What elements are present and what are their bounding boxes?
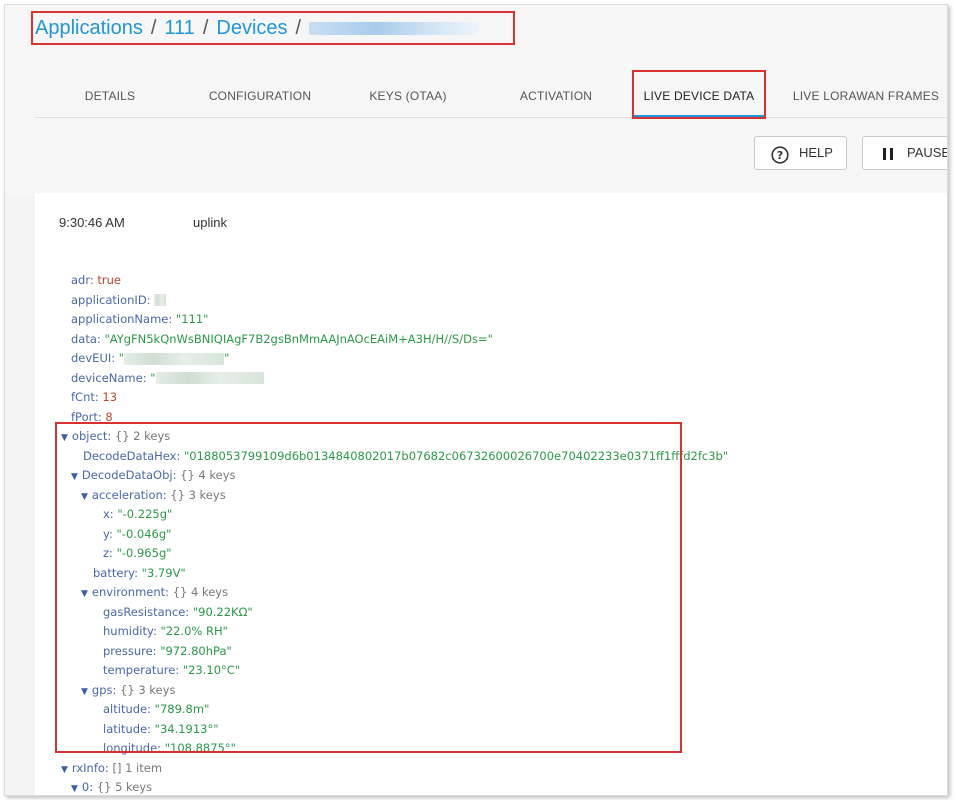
help-button[interactable]: ? HELP [754,136,847,170]
json-row-application-id: applicationID: [71,291,167,310]
app-window: Applications / 111 / Devices / DETAILS CONFIG… [4,4,948,796]
tab-keys-otaa[interactable]: KEYS (OTAA) [353,81,463,117]
json-row-gas-resistance: gasResistance: "90.22KΩ" [103,604,253,619]
breadcrumb: Applications / 111 / Devices / [35,17,480,40]
expand-arrow-icon[interactable]: ▼ [71,784,78,794]
expand-arrow-icon[interactable]: ▼ [61,765,68,775]
json-row-accel-z: z: "-0.965g" [103,546,172,560]
json-row-object[interactable]: ▼ object: {} 2 keys [61,427,170,446]
event-type: uplink [193,215,227,230]
device-tabs: DETAILS CONFIGURATION KEYS (OTAA) ACTIVA… [35,81,947,118]
breadcrumb-app-link[interactable]: 111 [164,17,194,39]
json-row-rx-info[interactable]: ▼ rxInfo: [] 1 item [61,759,162,778]
json-row-longitude: longitude: "108.8875°" [103,741,236,755]
expand-arrow-icon[interactable]: ▼ [81,492,88,502]
json-row-pressure: pressure: "972.80hPa" [103,643,232,658]
json-row-fcnt: fCnt: 13 [71,390,118,404]
expand-arrow-icon[interactable]: ▼ [61,433,68,443]
tab-configuration[interactable]: CONFIGURATION [195,81,325,117]
tab-live-device-data[interactable]: LIVE DEVICE DATA [633,81,765,117]
pause-button[interactable]: PAUSE [862,136,948,170]
breadcrumb-devices-link[interactable]: Devices [216,17,287,39]
pause-label: PAUSE [907,145,948,160]
json-row-decode-data-hex: DecodeDataHex: "0188053799109d6b01348408… [83,448,729,463]
tab-activation[interactable]: ACTIVATION [501,81,611,117]
json-row-fport: fPort: 8 [71,409,113,424]
live-data-panel: 9:30:46 AM uplink adr: true applicationI… [35,193,947,795]
redacted-device-name [309,22,480,36]
json-row-rx-info-0[interactable]: ▼ 0: {} 5 keys [71,778,152,795]
header-area: Applications / 111 / Devices / DETAILS CONFIG… [5,5,947,195]
help-circle-icon: ? [771,144,789,176]
event-timestamp: 9:30:46 AM [59,215,125,230]
breadcrumb-separator: / [202,17,209,39]
breadcrumb-separator: / [295,17,302,39]
json-row-gps[interactable]: ▼ gps: {} 3 keys [81,681,175,700]
json-row-adr: adr: true [71,273,122,287]
json-row-dev-eui: devEUI: " " [71,351,230,365]
pause-icon [883,148,895,160]
json-row-decode-data-obj[interactable]: ▼ DecodeDataObj: {} 4 keys [71,466,236,485]
json-row-altitude: altitude: "789.8m" [103,702,210,716]
json-row-accel-x: x: "-0.225g" [103,507,173,521]
json-row-device-name: deviceName: " [71,369,264,388]
help-label: HELP [799,145,833,160]
expand-arrow-icon[interactable]: ▼ [71,472,78,482]
json-row-battery: battery: "3.79V" [93,565,186,580]
svg-text:?: ? [777,149,783,162]
json-row-environment[interactable]: ▼ environment: {} 4 keys [81,583,228,602]
expand-arrow-icon[interactable]: ▼ [81,589,88,599]
json-row-temperature: temperature: "23.10°C" [103,663,241,677]
json-row-humidity: humidity: "22.0% RH" [103,624,228,638]
json-row-latitude: latitude: "34.1913°" [103,721,219,736]
breadcrumb-applications-link[interactable]: Applications [35,17,143,39]
tab-details[interactable]: DETAILS [55,81,165,117]
tab-live-lorawan-frames[interactable]: LIVE LORAWAN FRAMES [791,81,941,117]
redacted-value [155,372,264,384]
redacted-value [124,352,225,365]
json-row-data: data: "AYgFN5kQnWsBNIQIAgF7B2gsBnMmAAJnA… [71,331,493,346]
expand-arrow-icon[interactable]: ▼ [81,687,88,697]
redacted-value [154,294,167,306]
breadcrumb-separator: / [150,17,157,39]
json-row-application-name: applicationName: "111" [71,312,209,326]
json-row-accel-y: y: "-0.046g" [103,526,172,541]
json-row-acceleration[interactable]: ▼ acceleration: {} 3 keys [81,486,226,505]
